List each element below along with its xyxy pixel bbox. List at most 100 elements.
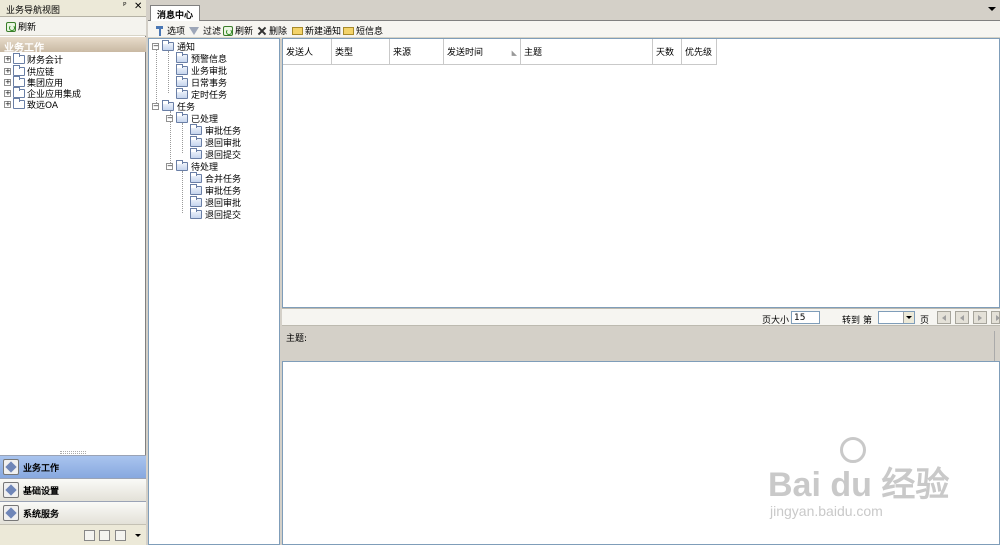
watermark-url: jingyan.baidu.com (770, 503, 883, 519)
page-prefix-label: 第 (863, 316, 873, 326)
nav-tree-item-finance[interactable]: + 财务会计 (4, 52, 63, 66)
sms-label: 短信息 (356, 27, 384, 37)
column-header-priority[interactable]: 优先级 (682, 39, 717, 65)
filter-label: 过滤 (203, 27, 222, 37)
collapse-icon[interactable]: − (166, 162, 173, 170)
first-page-button[interactable] (937, 311, 951, 324)
chevron-down-icon[interactable] (135, 534, 141, 537)
delete-label: 删除 (269, 27, 288, 37)
business-mini-icon[interactable] (115, 530, 126, 541)
options-label: 选项 (167, 27, 186, 37)
tree-node-pending[interactable]: − 待处理 (166, 159, 218, 173)
options-button[interactable]: 选项 (155, 24, 185, 37)
column-header-days[interactable]: 天数 (653, 39, 682, 65)
nav-button-system-services[interactable]: 系统服务 (0, 501, 146, 524)
close-icon[interactable]: ✕ (134, 1, 142, 12)
expand-icon[interactable]: + (4, 78, 11, 86)
tree-node-label: 定时任务 (191, 90, 228, 101)
pager-bar: 页大小 15 转到 第 页 (282, 308, 1000, 326)
tree-node-pending-approval[interactable]: 审批任务 (190, 183, 241, 197)
column-header-label: 发送时间 (447, 48, 484, 58)
tree-connector (182, 171, 183, 213)
chevron-down-icon[interactable] (988, 7, 996, 11)
tree-node-business-approval[interactable]: 业务审批 (176, 63, 227, 77)
tools-mini-icon[interactable] (84, 530, 95, 541)
nav-section-header: 业务工作 (0, 37, 146, 54)
tree-node-processed-returned-approval[interactable]: 退回审批 (190, 135, 241, 149)
column-header-subject[interactable]: 主题 (521, 39, 653, 65)
tree-node-warning-info[interactable]: 预警信息 (176, 51, 227, 65)
open-folder-icon (176, 63, 188, 75)
filter-button[interactable]: 过滤 (189, 24, 221, 37)
pin-icon[interactable]: ᴾ (123, 2, 126, 12)
tools-icon (3, 505, 19, 521)
expand-icon[interactable]: + (4, 67, 11, 75)
column-header-sender[interactable]: 发送人 (283, 39, 332, 65)
refresh-button[interactable]: 刷新 (223, 24, 253, 37)
open-folder-icon (162, 99, 174, 111)
tree-node-task[interactable]: − 任务 (152, 99, 195, 113)
column-header-source[interactable]: 来源 (390, 39, 444, 65)
open-folder-icon (190, 147, 202, 159)
new-notice-button[interactable]: 新建通知 (292, 24, 341, 37)
open-folder-icon (190, 195, 202, 207)
goto-page-select[interactable] (878, 311, 915, 324)
next-page-button[interactable] (973, 311, 987, 324)
tab-message-center[interactable]: 消息中心 (150, 5, 201, 21)
sms-button[interactable]: 短信息 (343, 24, 383, 37)
sort-indicator-icon: ◣ (511, 49, 517, 57)
open-folder-icon (190, 135, 202, 147)
nav-pane-title: 业务导航视图 (6, 6, 61, 16)
settings-mini-icon[interactable] (99, 530, 110, 541)
chevron-down-icon[interactable] (903, 312, 914, 323)
open-folder-icon (176, 75, 188, 87)
nav-refresh-button[interactable]: 刷新 (6, 20, 36, 33)
collapse-icon[interactable]: − (152, 42, 159, 50)
envelope-icon (343, 26, 354, 35)
refresh-icon (223, 25, 233, 36)
tree-node-pending-merge[interactable]: 合并任务 (190, 171, 241, 185)
nav-button-business-work[interactable]: 业务工作 (0, 455, 146, 478)
folder-icon (13, 86, 25, 98)
new-notice-label: 新建通知 (305, 27, 342, 37)
nav-tree-label: 致远OA (27, 100, 59, 111)
tree-node-pending-returned-approval[interactable]: 退回审批 (190, 195, 241, 209)
tree-node-notice[interactable]: − 通知 (152, 39, 195, 53)
nav-toolbar: 刷新 (0, 17, 146, 36)
tree-connector (168, 51, 169, 93)
splitter-grip[interactable] (60, 451, 86, 454)
nav-button-label: 系统服务 (23, 509, 60, 520)
nav-pane-title-bar: 业务导航视图 ᴾ ✕ (0, 0, 146, 17)
nav-button-basic-settings[interactable]: 基础设置 (0, 478, 146, 501)
open-folder-icon (190, 207, 202, 219)
options-icon (155, 25, 165, 36)
tree-node-daily-affairs[interactable]: 日常事务 (176, 75, 227, 89)
tree-node-processed-returned-submit[interactable]: 退回提交 (190, 147, 241, 161)
subject-scrollbar[interactable] (994, 331, 1000, 361)
expand-icon[interactable]: + (4, 100, 11, 108)
page-suffix-label: 页 (920, 316, 930, 326)
delete-button[interactable]: 删除 (257, 24, 287, 37)
open-folder-icon (176, 159, 188, 171)
tree-node-processed[interactable]: − 已处理 (166, 111, 218, 125)
goto-label: 转到 (842, 316, 861, 326)
folder-icon (13, 52, 25, 64)
collapse-icon[interactable]: − (166, 114, 173, 122)
nav-tree-item-seeyon-oa[interactable]: + 致远OA (4, 97, 59, 111)
expand-icon[interactable]: + (4, 89, 11, 97)
column-header-send-time[interactable]: 发送时间 ◣ (444, 39, 521, 65)
envelope-icon (292, 26, 303, 35)
expand-icon[interactable]: + (4, 55, 11, 63)
open-folder-icon (176, 111, 188, 123)
nav-refresh-label: 刷新 (18, 23, 37, 33)
page-size-input[interactable]: 15 (791, 311, 820, 324)
tree-node-processed-approval[interactable]: 审批任务 (190, 123, 241, 137)
column-header-type[interactable]: 类型 (332, 39, 390, 65)
tree-node-scheduled-tasks[interactable]: 定时任务 (176, 87, 228, 101)
last-page-button[interactable] (991, 311, 1000, 324)
collapse-icon[interactable]: − (152, 102, 159, 110)
message-grid: 发送人 类型 来源 发送时间 ◣ 主题 天数 优先级 (282, 38, 1000, 308)
settings-icon (3, 482, 19, 498)
prev-page-button[interactable] (955, 311, 969, 324)
tree-node-pending-returned-submit[interactable]: 退回提交 (190, 207, 241, 221)
